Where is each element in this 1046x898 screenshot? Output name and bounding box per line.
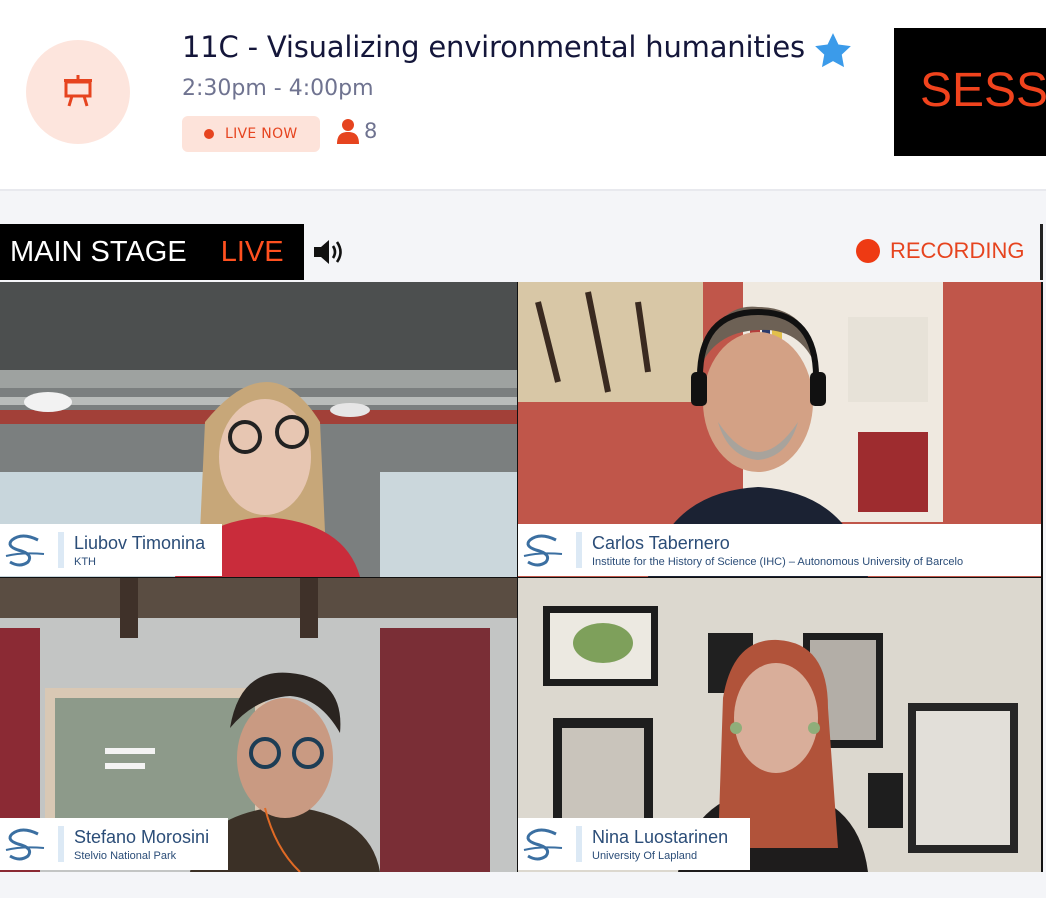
video-tile[interactable]: Nina Luostarinen University Of Lapland <box>518 578 1041 872</box>
participant-name: Nina Luostarinen <box>592 826 729 847</box>
stage-title-bar: MAIN STAGE LIVE <box>0 224 304 280</box>
session-promo-banner: SESSI <box>894 28 1046 156</box>
star-icon[interactable] <box>812 30 854 72</box>
session-icon-circle <box>26 40 130 144</box>
stage-bar-divider <box>1040 224 1043 280</box>
recording-dot-icon <box>856 239 880 263</box>
live-dot-icon <box>204 129 214 139</box>
participant-affiliation: Institute for the History of Science (IH… <box>592 555 964 568</box>
stelvio-logo-icon <box>5 828 45 861</box>
header-divider <box>0 189 1046 191</box>
card-divider <box>576 826 582 862</box>
stelvio-logo-icon <box>5 534 45 567</box>
participant-name: Stefano Morosini <box>74 826 210 847</box>
participant-name-card: Carlos Tabernero Institute for the Histo… <box>518 524 1041 576</box>
video-tile[interactable]: Liubov Timonina KTH <box>0 282 517 577</box>
session-time: 2:30pm - 4:00pm <box>182 76 374 101</box>
recording-label: RECORDING <box>890 238 1025 263</box>
participant-name-card: Stefano Morosini Stelvio National Park <box>0 818 228 870</box>
live-now-label: LIVE NOW <box>225 126 298 142</box>
participant-affiliation: Stelvio National Park <box>74 849 177 862</box>
card-divider <box>576 532 582 568</box>
stelvio-logo-icon <box>523 828 563 861</box>
card-divider <box>58 532 64 568</box>
attendee-count[interactable]: 8 <box>336 118 377 144</box>
promo-text: SESSI <box>920 64 1046 117</box>
stage-live-label: LIVE <box>220 235 284 268</box>
person-icon <box>337 119 359 144</box>
participant-name: Carlos Tabernero <box>592 532 730 553</box>
participant-name-card: Liubov Timonina KTH <box>0 524 222 576</box>
video-tile[interactable]: Carlos Tabernero Institute for the Histo… <box>518 282 1041 577</box>
video-tile[interactable]: Stefano Morosini Stelvio National Park <box>0 578 517 872</box>
card-divider <box>58 826 64 862</box>
session-title: 11C - Visualizing environmental humaniti… <box>182 30 805 64</box>
live-now-badge: LIVE NOW <box>182 116 320 152</box>
participant-name: Liubov Timonina <box>74 532 206 553</box>
session-header: 11C - Visualizing environmental humaniti… <box>0 0 1046 190</box>
participant-name-card: Nina Luostarinen University Of Lapland <box>518 818 750 870</box>
participant-affiliation: KTH <box>74 555 96 568</box>
video-grid: Liubov Timonina KTH Carlos Tabernero Ins… <box>0 282 1043 872</box>
participant-affiliation: University Of Lapland <box>592 849 698 862</box>
attendee-count-value: 8 <box>364 119 378 143</box>
stage-label: MAIN STAGE <box>10 235 187 268</box>
speaker-icon[interactable] <box>312 236 348 268</box>
stelvio-logo-icon <box>523 534 563 567</box>
recording-indicator: RECORDING <box>856 238 1024 264</box>
presentation-board-icon <box>64 75 92 107</box>
